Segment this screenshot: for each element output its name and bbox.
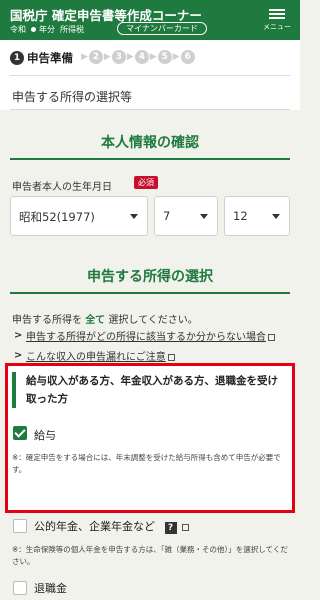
step-indicator: 1 申告準備 ▶ 2 ▶ 3 ▶ 4 ▶ 5 ▶ 6 [0, 40, 300, 76]
birthdate-label: 申告者本人の生年月日 [12, 182, 112, 193]
menu-button[interactable]: メニュー [260, 7, 294, 35]
salary-option-label: 給与 [34, 429, 56, 442]
step-arrow-icon: ▶ [172, 52, 180, 62]
birth-year-select[interactable]: 昭和52(1977) [10, 196, 148, 236]
required-badge: 必須 [134, 176, 158, 189]
caret-down-icon [272, 214, 280, 219]
birth-year-value: 昭和52(1977) [19, 210, 95, 224]
income-selection-title: 申告する所得の選択 [87, 269, 213, 285]
era-label: 令和 [10, 25, 26, 34]
salary-note: ※：確定申告をする場合には、年末調整を受けた給与所得も含めて申告が必要です。 [12, 453, 281, 474]
step-number-current: 1 [10, 51, 24, 65]
birth-day-select[interactable]: 12 [224, 196, 290, 236]
chevron-right-icon: > [14, 330, 23, 341]
app-header: 国税庁 確定申告書等作成コーナー 令和 年分 所得税 マイナンバーカード メニュ… [0, 0, 300, 40]
caret-down-icon [130, 214, 138, 219]
retirement-option-label: 退職金 [34, 582, 67, 595]
tax-year-info: 令和 年分 所得税 [10, 24, 84, 35]
birth-month-select[interactable]: 7 [154, 196, 218, 236]
hamburger-icon [269, 9, 285, 11]
pension-option-label: 公的年金、企業年金など [34, 520, 155, 533]
tax-type: 所得税 [60, 25, 84, 34]
step-number: 6 [180, 50, 195, 64]
pending-steps: ▶ 2 ▶ 3 ▶ 4 ▶ 5 ▶ 6 [80, 50, 195, 64]
step-number: 4 [134, 50, 149, 64]
external-link-icon [167, 354, 175, 361]
pension-option: 公的年金、企業年金など ? [34, 518, 189, 534]
section-underline [10, 292, 290, 294]
pension-checkbox[interactable] [13, 519, 27, 533]
current-step-label: 申告準備 [27, 51, 73, 65]
omission-caution-link[interactable]: > こんな収入の申告漏れにご注意 [14, 350, 284, 365]
step-arrow-icon: ▶ [126, 52, 134, 62]
step-number: 5 [157, 50, 172, 64]
external-link-icon[interactable] [182, 524, 189, 531]
help-icon[interactable]: ? [164, 522, 177, 534]
step-arrow-icon: ▶ [81, 52, 88, 62]
emphasis-text: 全て [85, 315, 106, 326]
income-intro-text: 申告する所得を 全て 選択してください。 [12, 315, 198, 326]
birth-month-value: 7 [163, 209, 171, 223]
step-arrow-icon: ▶ [103, 52, 111, 62]
category-title: 給与収入がある方、年金収入がある方、退職金を受け取った方 [12, 372, 288, 408]
birth-day-value: 12 [233, 209, 248, 223]
external-link-icon [268, 334, 275, 341]
current-step: 1 申告準備 [10, 50, 73, 66]
year-dot-icon [31, 27, 36, 32]
step-number: 2 [88, 50, 103, 64]
retirement-checkbox[interactable] [13, 581, 27, 595]
income-type-help-link[interactable]: > 申告する所得がどの所得に該当するか分からない場合 [14, 330, 284, 345]
page-title: 申告する所得の選択等 [12, 90, 133, 104]
chevron-right-icon: > [14, 350, 23, 361]
step-number: 3 [111, 50, 126, 64]
salary-checkbox[interactable] [13, 426, 27, 440]
divider [10, 109, 290, 110]
mynumber-card-button[interactable]: マイナンバーカード [117, 22, 207, 35]
caret-down-icon [200, 214, 208, 219]
step-arrow-icon: ▶ [149, 52, 157, 62]
page-heading: 申告する所得の選択等 [0, 76, 300, 110]
year-suffix: 年分 [39, 25, 55, 34]
section-underline [10, 158, 290, 160]
pension-note: ※：生命保険等の個人年金を申告する方は、「雑（業務・その他）」を選択してください… [12, 545, 288, 566]
menu-label: メニュー [263, 23, 291, 31]
personal-info-title: 本人情報の確認 [101, 135, 199, 151]
